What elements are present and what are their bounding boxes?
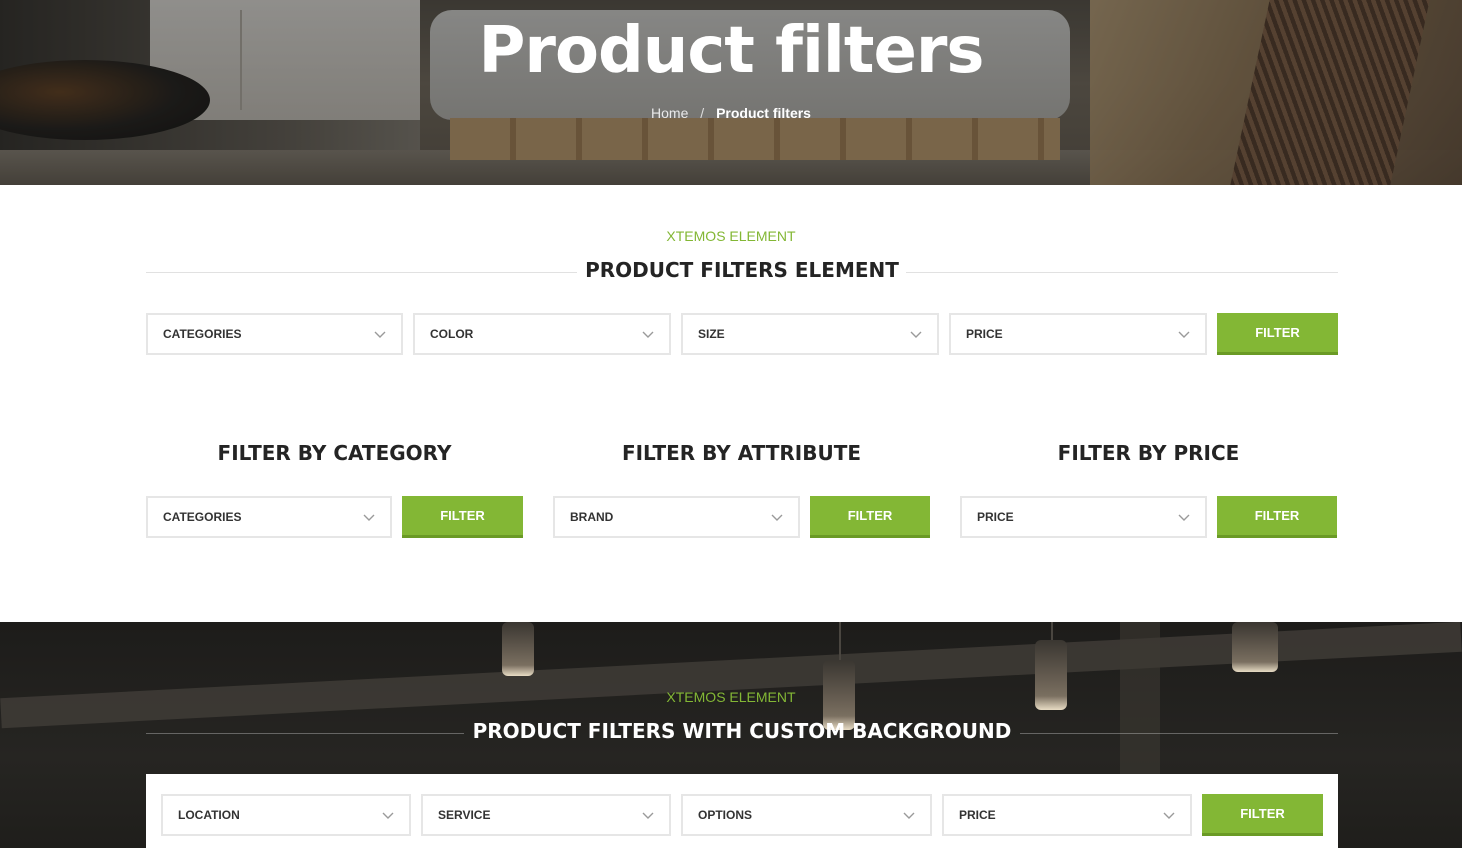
chevron-down-icon <box>642 812 654 819</box>
section-title-row: PRODUCT FILTERS WITH CUSTOM BACKGROUND <box>146 719 1338 749</box>
breadcrumb-current: Product filters <box>716 105 811 121</box>
filter-category-button[interactable]: FILTER <box>402 496 523 538</box>
breadcrumb-home-link[interactable]: Home <box>651 105 688 121</box>
category-select[interactable]: CATEGORIES <box>146 496 392 538</box>
brand-select[interactable]: BRAND <box>553 496 800 538</box>
filter-by-category-title: FILTER BY CATEGORY <box>217 441 452 465</box>
filter-attribute-button[interactable]: FILTER <box>810 496 930 538</box>
section-subtitle: XTEMOS ELEMENT <box>666 228 796 244</box>
bg-lamp <box>502 622 534 676</box>
filter-button[interactable]: FILTER <box>1202 794 1323 836</box>
select-label: SERVICE <box>438 808 491 822</box>
bg-lamp-wire <box>1051 622 1053 642</box>
select-label: OPTIONS <box>698 808 753 822</box>
select-label: SIZE <box>698 327 725 341</box>
service-select[interactable]: SERVICE <box>421 794 671 836</box>
chevron-down-icon <box>363 514 375 521</box>
chevron-down-icon <box>642 331 654 338</box>
chevron-down-icon <box>382 812 394 819</box>
breadcrumb: Home / Product filters <box>0 105 1462 121</box>
select-label: PRICE <box>966 327 1003 341</box>
filter-button[interactable]: FILTER <box>1217 313 1338 355</box>
page-title: Product filters <box>478 14 985 88</box>
color-select[interactable]: COLOR <box>413 313 671 355</box>
custom-background-section: XTEMOS ELEMENT PRODUCT FILTERS WITH CUST… <box>0 622 1462 848</box>
bg-lamp <box>1232 622 1278 672</box>
price-select[interactable]: PRICE <box>949 313 1207 355</box>
select-label: PRICE <box>977 510 1014 524</box>
breadcrumb-separator: / <box>700 105 705 121</box>
chevron-down-icon <box>910 331 922 338</box>
section-title: PRODUCT FILTERS ELEMENT <box>585 258 899 282</box>
select-label: PRICE <box>959 808 996 822</box>
page-hero: Product filters Home / Product filters <box>0 0 1462 185</box>
filter-price-button[interactable]: FILTER <box>1217 496 1337 538</box>
price-select[interactable]: PRICE <box>960 496 1207 538</box>
location-select[interactable]: LOCATION <box>161 794 411 836</box>
select-label: COLOR <box>430 327 474 341</box>
section-title-row: PRODUCT FILTERS ELEMENT <box>146 258 1338 288</box>
chevron-down-icon <box>1178 514 1190 521</box>
chevron-down-icon <box>1178 331 1190 338</box>
section-subtitle: XTEMOS ELEMENT <box>666 689 796 705</box>
select-label: BRAND <box>570 510 614 524</box>
select-label: CATEGORIES <box>163 510 242 524</box>
price-select[interactable]: PRICE <box>942 794 1192 836</box>
bg-lamp-wire <box>839 622 841 662</box>
select-label: LOCATION <box>178 808 240 822</box>
chevron-down-icon <box>903 812 915 819</box>
categories-select[interactable]: CATEGORIES <box>146 313 403 355</box>
chevron-down-icon <box>771 514 783 521</box>
section-title: PRODUCT FILTERS WITH CUSTOM BACKGROUND <box>472 719 1012 743</box>
options-select[interactable]: OPTIONS <box>681 794 932 836</box>
filter-by-price-title: FILTER BY PRICE <box>1057 441 1240 465</box>
filters-panel: LOCATION SERVICE OPTIONS PRICE FILTER <box>146 774 1338 848</box>
select-label: CATEGORIES <box>163 327 242 341</box>
chevron-down-icon <box>374 331 386 338</box>
size-select[interactable]: SIZE <box>681 313 939 355</box>
chevron-down-icon <box>1163 812 1175 819</box>
filter-by-attribute-title: FILTER BY ATTRIBUTE <box>621 441 862 465</box>
